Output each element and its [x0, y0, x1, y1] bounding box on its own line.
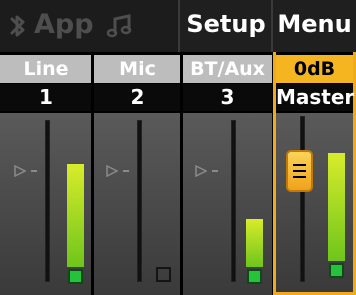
- channel-label: BT/Aux: [183, 55, 272, 83]
- triangle-marker-icon: [106, 165, 118, 177]
- menu-button[interactable]: Menu: [273, 0, 356, 52]
- unity-tick: [31, 170, 37, 172]
- fader-knob-icon[interactable]: [286, 150, 313, 192]
- triangle-marker-icon: [14, 165, 26, 177]
- channel-strip-line[interactable]: Line 1: [0, 55, 92, 295]
- channel-body: [0, 113, 92, 295]
- fader-track[interactable]: [232, 121, 235, 281]
- app-title: App: [0, 0, 180, 52]
- level-meter: [67, 164, 84, 267]
- master-body: [276, 113, 353, 292]
- channel-led: [156, 267, 171, 282]
- channel-number: 2: [94, 84, 181, 111]
- triangle-marker-icon: [195, 165, 207, 177]
- bluetooth-icon: [10, 15, 25, 37]
- channel-led: [247, 269, 262, 284]
- mixer-screen: App Setup Menu Line 1 Mic 2 BT/Aux 3 0dB…: [0, 0, 356, 295]
- channel-number: 1: [0, 84, 92, 111]
- menu-button-label: Menu: [277, 10, 352, 38]
- channel-body: [94, 113, 181, 295]
- music-note-icon: [106, 14, 132, 38]
- channel-strip-mic[interactable]: Mic 2: [94, 55, 181, 295]
- fader-track[interactable]: [138, 121, 141, 281]
- channel-led: [68, 269, 83, 284]
- master-led: [329, 263, 344, 278]
- channel-strip-bt-aux[interactable]: BT/Aux 3: [183, 55, 272, 295]
- setup-button-label: Setup: [186, 10, 266, 38]
- top-bar: App Setup Menu: [0, 0, 356, 52]
- fader-track[interactable]: [46, 121, 49, 281]
- level-meter: [246, 219, 263, 267]
- setup-button[interactable]: Setup: [180, 0, 272, 52]
- master-level-meter: [328, 153, 345, 261]
- channel-label: Line: [0, 55, 92, 83]
- unity-tick: [123, 170, 129, 172]
- master-gain-label: 0dB: [276, 55, 353, 83]
- unity-tick: [212, 170, 218, 172]
- channel-label: Mic: [94, 55, 181, 83]
- app-title-text: App: [34, 9, 94, 40]
- channel-body: [183, 113, 272, 295]
- channel-number: 3: [183, 84, 272, 111]
- master-fader-track[interactable]: [301, 117, 304, 281]
- master-name: Master: [276, 84, 355, 111]
